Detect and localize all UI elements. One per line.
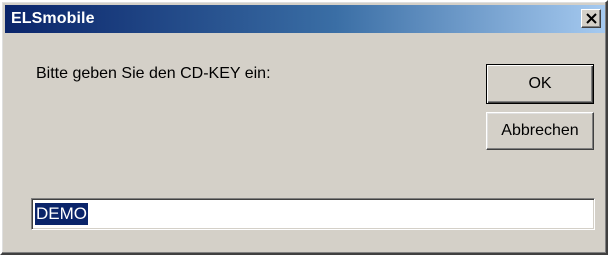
close-icon xyxy=(586,13,597,24)
ok-button[interactable]: OK xyxy=(486,64,594,104)
cdkey-prompt-label: Bitte geben Sie den CD-KEY ein: xyxy=(36,65,271,82)
close-button[interactable] xyxy=(581,9,601,28)
cdkey-input[interactable] xyxy=(35,202,589,226)
cancel-button[interactable]: Abbrechen xyxy=(486,112,594,150)
window-title: ELSmobile xyxy=(11,10,95,27)
title-bar[interactable]: ELSmobile xyxy=(5,5,605,33)
cdkey-field[interactable]: DEMO xyxy=(31,198,595,230)
dialog-window: ELSmobile Bitte geben Sie den CD-KEY ein… xyxy=(0,0,608,255)
